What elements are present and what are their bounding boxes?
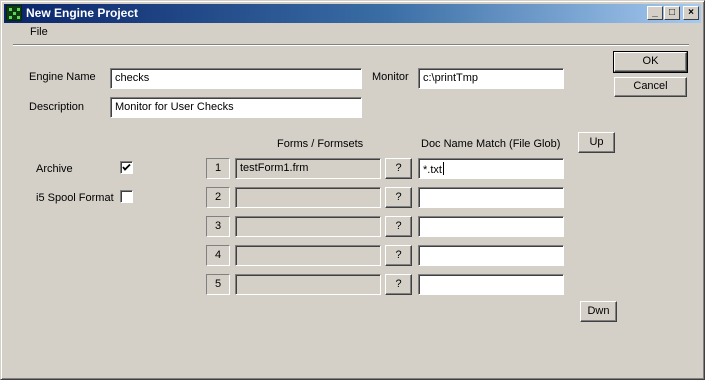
cancel-button[interactable]: Cancel <box>614 77 687 97</box>
spool-format-checkbox[interactable] <box>120 190 133 203</box>
glob-column-header: Doc Name Match (File Glob) <box>421 138 561 150</box>
row-number: 3 <box>206 216 230 237</box>
menu-bar: File <box>4 24 701 42</box>
row-number: 5 <box>206 274 230 295</box>
forms-column-header: Forms / Formsets <box>277 138 364 150</box>
form-field <box>235 274 381 295</box>
row-number: 4 <box>206 245 230 266</box>
glob-field[interactable]: *.txt <box>418 158 564 179</box>
description-field[interactable]: Monitor for User Checks <box>110 97 362 118</box>
description-label: Description <box>29 101 85 113</box>
engine-project-window: New Engine Project _ □ × File Engine Nam… <box>0 0 705 380</box>
menu-file[interactable]: File <box>30 26 48 38</box>
browse-form-button[interactable]: ? <box>385 245 412 266</box>
title-bar[interactable]: New Engine Project _ □ × <box>4 4 701 23</box>
row-number: 1 <box>206 158 230 179</box>
form-field <box>235 245 381 266</box>
glob-field[interactable] <box>418 274 564 295</box>
move-down-button[interactable]: Dwn <box>580 301 617 322</box>
row-number: 2 <box>206 187 230 208</box>
monitor-label: Monitor <box>372 71 409 83</box>
engine-name-label: Engine Name <box>29 71 96 83</box>
browse-form-button[interactable]: ? <box>385 274 412 295</box>
browse-form-button[interactable]: ? <box>385 158 412 179</box>
spool-format-label: i5 Spool Format <box>36 192 114 204</box>
ok-button[interactable]: OK <box>613 51 688 73</box>
monitor-field[interactable]: c:\printTmp <box>418 68 564 89</box>
engine-name-field[interactable]: checks <box>110 68 362 89</box>
form-field <box>235 187 381 208</box>
browse-form-button[interactable]: ? <box>385 216 412 237</box>
browse-form-button[interactable]: ? <box>385 187 412 208</box>
app-icon <box>6 5 22 21</box>
text-caret <box>442 162 444 175</box>
glob-value: *.txt <box>423 164 442 176</box>
maximize-button[interactable]: □ <box>664 6 680 20</box>
move-up-button[interactable]: Up <box>578 132 615 153</box>
checkmark-icon <box>122 163 131 171</box>
glob-field[interactable] <box>418 187 564 208</box>
close-button[interactable]: × <box>683 6 699 20</box>
minimize-button[interactable]: _ <box>647 6 663 20</box>
window-title: New Engine Project <box>26 6 139 20</box>
menu-divider <box>13 44 689 46</box>
glob-field[interactable] <box>418 216 564 237</box>
glob-field[interactable] <box>418 245 564 266</box>
form-field: testForm1.frm <box>235 158 381 179</box>
archive-checkbox[interactable] <box>120 161 133 174</box>
archive-label: Archive <box>36 163 73 175</box>
form-field <box>235 216 381 237</box>
